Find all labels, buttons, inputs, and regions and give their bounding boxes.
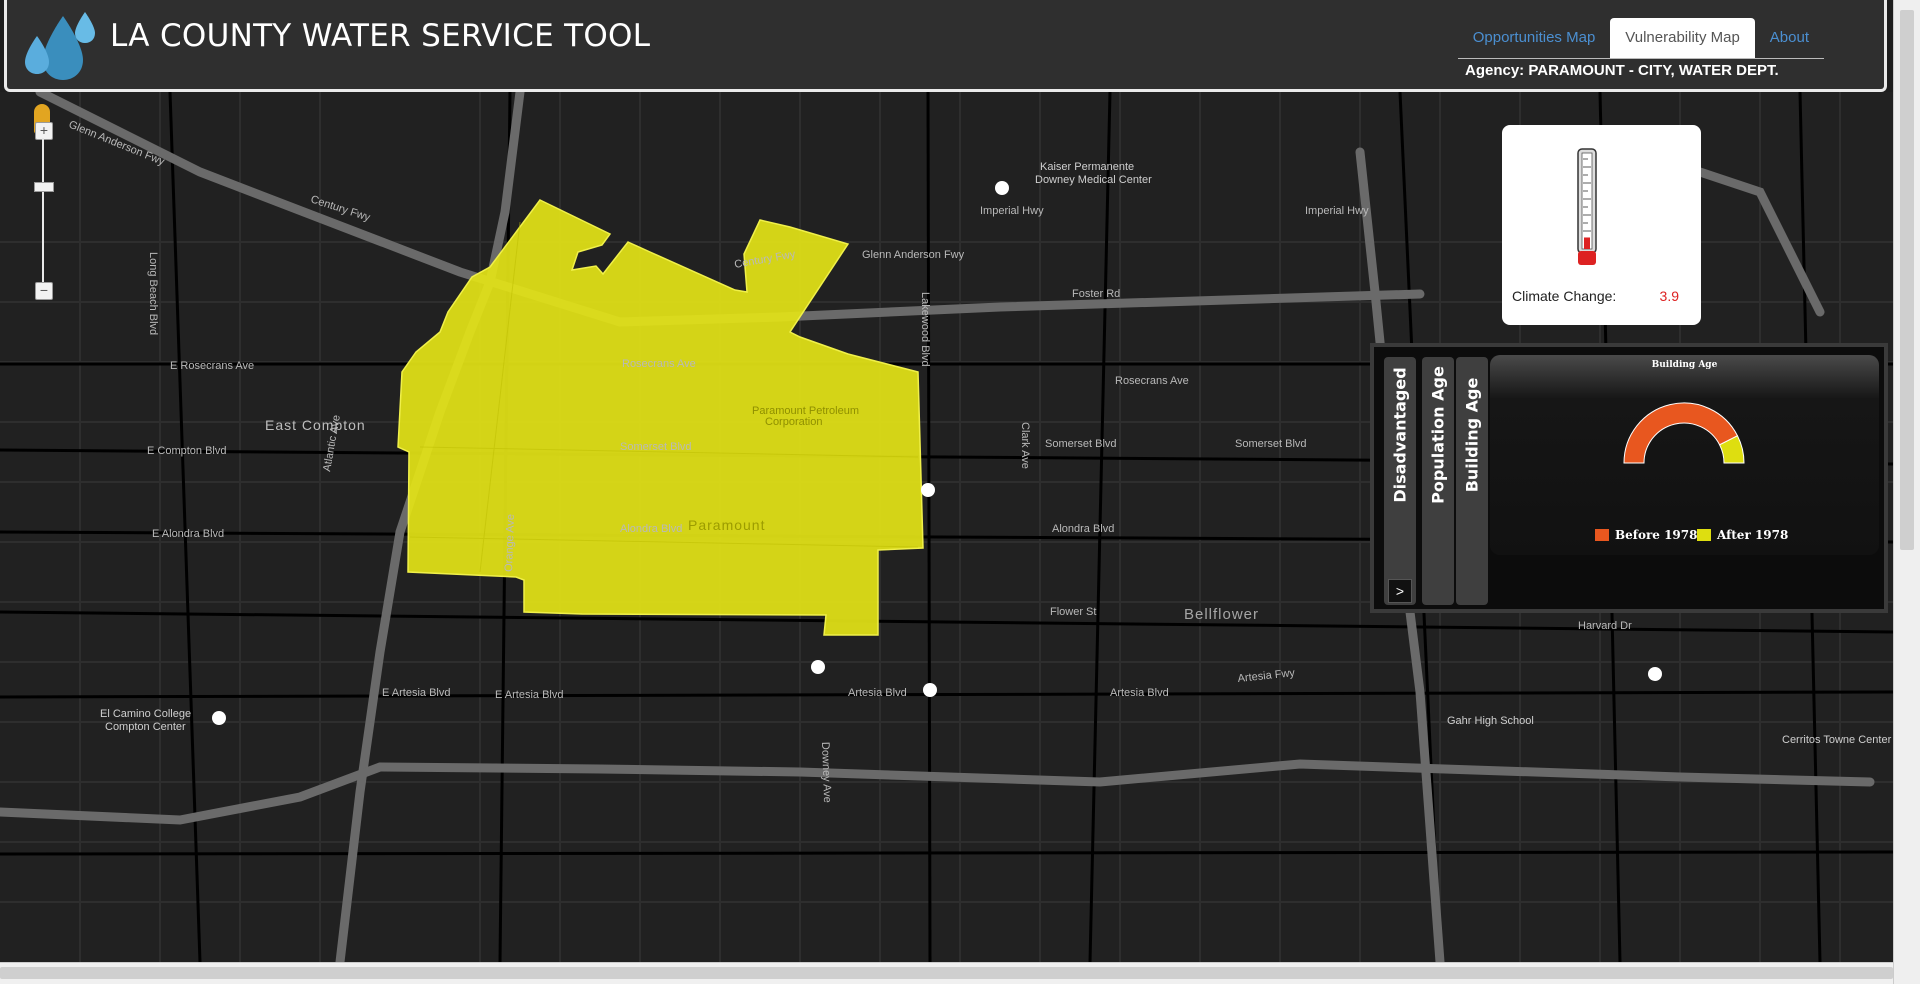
- tab-opportunities-map[interactable]: Opportunities Map: [1458, 18, 1611, 58]
- svg-text:Artesia Fwy: Artesia Fwy: [1237, 667, 1296, 685]
- svg-text:Artesia Blvd: Artesia Blvd: [848, 687, 907, 699]
- svg-text:E Compton Blvd: E Compton Blvd: [147, 445, 226, 457]
- legend-swatch-after: [1697, 529, 1711, 541]
- app-window: Glenn Anderson Fwy Century Fwy Century F…: [0, 0, 1920, 984]
- horizontal-scrollbar[interactable]: [0, 962, 1893, 984]
- svg-text:E Artesia Blvd: E Artesia Blvd: [495, 689, 563, 701]
- svg-text:Rosecrans Ave: Rosecrans Ave: [622, 358, 696, 370]
- svg-text:El Camino College: El Camino College: [100, 708, 191, 720]
- vulnerability-panel: Disadvantaged Population Age Building Ag…: [1370, 343, 1888, 613]
- svg-text:Alondra Blvd: Alondra Blvd: [1052, 523, 1114, 535]
- svg-text:Harvard Dr: Harvard Dr: [1578, 620, 1632, 632]
- climate-change-card: Climate Change: 3.9: [1502, 125, 1701, 325]
- svg-text:East Compton: East Compton: [265, 417, 366, 433]
- svg-text:Clark Ave: Clark Ave: [1019, 422, 1031, 469]
- svg-text:Compton Center: Compton Center: [105, 721, 186, 733]
- svg-text:Foster Rd: Foster Rd: [1072, 288, 1120, 300]
- tab-disadvantaged[interactable]: Disadvantaged: [1384, 357, 1416, 605]
- svg-text:Flower St: Flower St: [1050, 606, 1096, 618]
- vertical-scroll-thumb[interactable]: [1900, 10, 1914, 550]
- water-drops-logo-icon: [25, 12, 95, 80]
- tab-population-age[interactable]: Population Age: [1422, 357, 1454, 605]
- agency-label: Agency: PARAMOUNT - CITY, WATER DEPT.: [1465, 62, 1779, 79]
- svg-text:Imperial Hwy: Imperial Hwy: [1305, 205, 1369, 217]
- legend-item-after-1978: After 1978: [1697, 528, 1788, 542]
- svg-text:Paramount: Paramount: [688, 517, 765, 533]
- legend-swatch-before: [1595, 529, 1609, 541]
- zoom-slider-thumb[interactable]: [34, 182, 54, 192]
- svg-text:E Alondra Blvd: E Alondra Blvd: [152, 528, 224, 540]
- svg-text:Artesia Blvd: Artesia Blvd: [1110, 687, 1169, 699]
- svg-text:Long Beach Blvd: Long Beach Blvd: [147, 252, 159, 335]
- climate-change-value: 3.9: [1659, 288, 1679, 304]
- svg-text:Downey Ave: Downey Ave: [819, 742, 833, 803]
- svg-text:Somerset Blvd: Somerset Blvd: [1235, 438, 1307, 450]
- tab-about[interactable]: About: [1755, 18, 1824, 58]
- tab-vulnerability-map[interactable]: Vulnerability Map: [1610, 18, 1755, 58]
- svg-text:E Artesia Blvd: E Artesia Blvd: [382, 687, 450, 699]
- thermometer-fill: [1584, 237, 1590, 249]
- svg-text:Orange Ave: Orange Ave: [503, 514, 517, 572]
- horizontal-scroll-thumb[interactable]: [0, 967, 1893, 979]
- svg-text:Bellflower: Bellflower: [1184, 606, 1259, 623]
- svg-text:Somerset Blvd: Somerset Blvd: [1045, 438, 1117, 450]
- zoom-in-button[interactable]: +: [35, 122, 53, 140]
- thermometer-icon: [1577, 148, 1597, 265]
- main-nav-tabs: Opportunities Map Vulnerability Map Abou…: [1457, 18, 1824, 59]
- vertical-scrollbar[interactable]: [1893, 0, 1920, 984]
- app-title: LA COUNTY WATER SERVICE TOOL: [110, 18, 651, 54]
- svg-text:Downey Medical Center: Downey Medical Center: [1035, 174, 1152, 186]
- svg-text:E Rosecrans Ave: E Rosecrans Ave: [170, 360, 254, 372]
- legend-label-after: After 1978: [1717, 528, 1789, 542]
- svg-text:Gahr High School: Gahr High School: [1447, 715, 1534, 727]
- zoom-slider-track[interactable]: [42, 138, 44, 282]
- svg-text:Somerset Blvd: Somerset Blvd: [620, 441, 692, 453]
- app-header: LA COUNTY WATER SERVICE TOOL Opportuniti…: [4, 0, 1887, 92]
- building-age-gauge: [1623, 402, 1745, 464]
- svg-text:Rosecrans Ave: Rosecrans Ave: [1115, 375, 1189, 387]
- svg-text:Alondra Blvd: Alondra Blvd: [620, 523, 682, 535]
- legend-label-before: Before 1978: [1615, 528, 1698, 542]
- svg-text:Glenn Anderson Fwy: Glenn Anderson Fwy: [862, 249, 965, 261]
- tab-disadvantaged-label: Disadvantaged: [1390, 367, 1410, 503]
- tab-building-age[interactable]: Building Age: [1456, 357, 1488, 605]
- tab-building-age-label: Building Age: [1462, 377, 1482, 493]
- chart-title: Building Age: [1651, 360, 1718, 370]
- building-age-chart: Building Age Before 1978 After 1978: [1490, 355, 1879, 555]
- svg-text:Imperial Hwy: Imperial Hwy: [980, 205, 1044, 217]
- climate-change-label: Climate Change:: [1512, 288, 1617, 304]
- svg-text:Corporation: Corporation: [765, 416, 822, 428]
- expand-panel-button[interactable]: >: [1388, 579, 1412, 603]
- svg-text:Kaiser Permanente: Kaiser Permanente: [1040, 161, 1134, 173]
- svg-text:Cerritos Towne Center: Cerritos Towne Center: [1782, 734, 1892, 746]
- zoom-out-button[interactable]: −: [35, 282, 53, 300]
- gauge-slice-0: [1623, 402, 1739, 464]
- svg-text:Lakewood Blvd: Lakewood Blvd: [919, 292, 931, 367]
- tab-population-age-label: Population Age: [1428, 366, 1448, 504]
- legend-item-before-1978: Before 1978: [1595, 528, 1697, 542]
